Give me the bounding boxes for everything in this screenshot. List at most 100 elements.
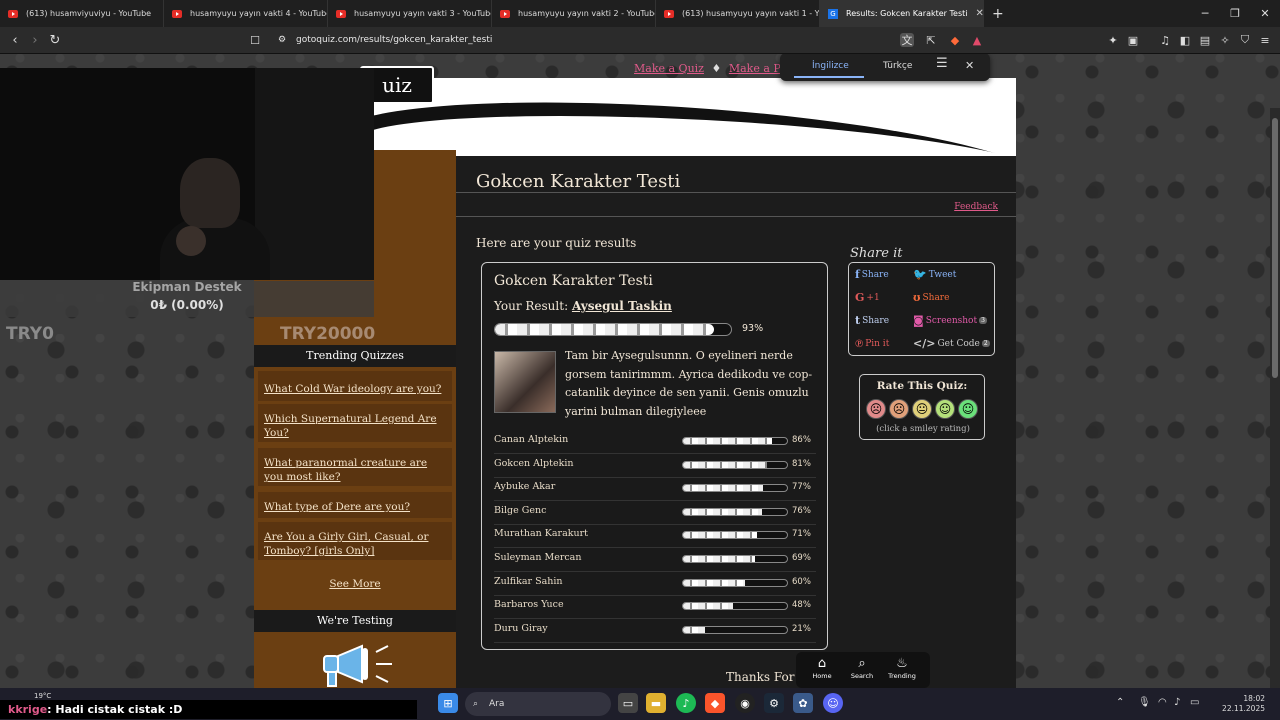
battery-icon[interactable]: ▭ <box>1190 697 1199 708</box>
trending-quiz-link[interactable]: Which Supernatural Legend Are You? <box>264 412 446 440</box>
megaphone-icon <box>323 644 392 687</box>
result-name-link[interactable]: Aysegul Taskin <box>572 299 672 313</box>
vpn-icon[interactable]: ⛉ <box>1238 33 1252 47</box>
app-icon[interactable]: ✿ <box>793 693 813 713</box>
task-view-icon[interactable]: ▭ <box>618 693 638 713</box>
start-icon[interactable]: ⊞ <box>438 693 458 713</box>
menu-icon[interactable]: ≡ <box>1258 33 1272 47</box>
chat-overlay: kkrige: Hadi cistak cistak :D <box>0 700 417 719</box>
stumbleupon-icon: ʊ <box>913 291 921 304</box>
extensions-icon[interactable]: ✦ <box>1106 33 1120 47</box>
obs-icon[interactable]: ◉ <box>735 693 755 713</box>
feedback-link[interactable]: Feedback <box>954 202 998 212</box>
spotify-icon[interactable]: ♪ <box>676 693 696 713</box>
taskbar-clock[interactable]: 18:02 22.11.2025 <box>1205 694 1265 714</box>
thanks-text: Thanks For V <box>726 670 807 684</box>
back-icon[interactable]: ‹ <box>4 27 26 54</box>
url-field[interactable]: ⚙ gotoquiz.com/results/gokcen_karakter_te… <box>272 31 992 50</box>
result-row-percentage: 81% <box>792 458 811 469</box>
fire-icon: ♨ <box>896 656 908 671</box>
wifi-icon[interactable]: ◠ <box>1158 697 1167 708</box>
browser-tab[interactable]: husamyuyu yayın vakti 2 - YouTube <box>492 0 656 27</box>
share-googleplus-button[interactable]: G +1 <box>855 291 880 304</box>
donation-current: TRY0 <box>6 324 54 344</box>
new-tab-icon[interactable]: + <box>992 6 1004 22</box>
sidebar-icon[interactable]: ◧ <box>1178 33 1192 47</box>
translate-close-icon[interactable]: ✕ <box>965 59 974 72</box>
trending-quiz-link[interactable]: What paranormal creature are you most li… <box>264 456 446 484</box>
bookmark-icon[interactable]: ☐ <box>244 27 266 54</box>
weather-widget[interactable]: 19°C <box>34 692 51 700</box>
steam-icon[interactable]: ⚙ <box>764 693 784 713</box>
browser-tab[interactable]: husamyuyu yayın vakti 3 - YouTube <box>328 0 492 27</box>
pinterest-icon: ℗ <box>855 337 864 350</box>
result-row-bar <box>682 602 788 611</box>
browser-tab[interactable]: husamyuyu yayın vakti 4 - YouTube <box>164 0 328 27</box>
trending-quiz-link[interactable]: What type of Dere are you? <box>264 500 446 514</box>
forward-icon[interactable]: › <box>24 27 46 54</box>
tray-chevron-icon[interactable]: ⌃ <box>1116 697 1124 708</box>
share-stumbleupon-button[interactable]: ʊ Share <box>913 291 949 304</box>
bottom-nav: ⌂ Home ⌕ Search ♨ Trending <box>796 652 930 688</box>
reader-icon[interactable]: ▣ <box>1126 33 1140 47</box>
reload-icon[interactable]: ↻ <box>44 27 66 54</box>
happy-smiley-icon[interactable]: ☺ <box>935 399 955 419</box>
result-row-bar <box>682 555 788 563</box>
translate-icon[interactable]: 文 <box>900 33 914 47</box>
media-icon[interactable]: ♫ <box>1158 33 1172 47</box>
youtube-icon <box>664 9 674 18</box>
neutral-smiley-icon[interactable]: 😐 <box>912 399 932 419</box>
twitter-icon: 🐦 <box>913 268 927 281</box>
result-row-bar <box>682 437 788 445</box>
result-row-percentage: 86% <box>792 435 811 445</box>
search-button[interactable]: ⌕ Search <box>842 656 882 680</box>
mic-icon[interactable]: 🎙 <box>1138 697 1151 708</box>
youtube-icon <box>172 9 182 18</box>
lang-english-tab[interactable]: İngilizce <box>812 61 849 71</box>
share-tumblr-button[interactable]: t Share <box>855 314 889 327</box>
page-title: Gokcen Karakter Testi <box>476 171 681 192</box>
sad-smiley-icon[interactable]: ☹ <box>889 399 909 419</box>
wallet-icon[interactable]: ▤ <box>1198 33 1212 47</box>
browser-tab[interactable]: (613) husamyuyu yayın vakti 1 - You <box>656 0 820 27</box>
minimize-icon[interactable]: ─ <box>1190 0 1220 27</box>
share-camera-button[interactable]: ◙ Screenshot 3 <box>913 314 987 327</box>
restore-icon[interactable]: ❐ <box>1220 0 1250 27</box>
share-facebook-button[interactable]: f Share <box>855 268 889 281</box>
see-more-link[interactable]: See More <box>254 578 456 590</box>
file-explorer-icon[interactable]: ▬ <box>646 693 666 713</box>
make-quiz-link[interactable]: Make a Quiz <box>634 62 704 75</box>
translate-menu-icon[interactable]: ☰ <box>936 56 948 71</box>
scrollbar[interactable] <box>1270 108 1280 688</box>
browser-tab-active[interactable]: G Results: Gokcen Karakter Testi ✕ <box>820 0 984 27</box>
trending-quiz-link[interactable]: Are You a Girly Girl, Casual, or Tomboy?… <box>264 530 446 558</box>
lang-turkish-tab[interactable]: Türkçe <box>883 61 912 71</box>
results-intro: Here are your quiz results <box>476 236 637 250</box>
volume-icon[interactable]: ♪ <box>1174 697 1180 708</box>
share-code-button[interactable]: </> Get Code 2 <box>913 337 990 350</box>
card-title: Gokcen Karakter Testi <box>494 273 653 289</box>
brave-rewards-icon[interactable]: ▲ <box>970 33 984 47</box>
webcam-overlay <box>0 68 374 280</box>
share-icon[interactable]: ⇱ <box>924 33 938 47</box>
scroll-thumb[interactable] <box>1272 118 1278 378</box>
youtube-icon <box>500 9 510 18</box>
close-tab-icon[interactable]: ✕ <box>975 8 983 19</box>
window-close-icon[interactable]: ✕ <box>1250 0 1280 27</box>
brave-shield-icon[interactable]: ◆ <box>948 33 962 47</box>
very-sad-smiley-icon[interactable]: ☹ <box>866 399 886 419</box>
result-row: Duru Giray 21% <box>494 619 816 643</box>
very-happy-smiley-icon[interactable]: ☺ <box>958 399 978 419</box>
site-info-icon[interactable]: ⚙ <box>278 31 286 50</box>
home-button[interactable]: ⌂ Home <box>802 656 842 680</box>
discord-icon[interactable]: ☺ <box>823 693 843 713</box>
your-result: Your Result: Aysegul Taskin <box>494 299 672 313</box>
share-pinterest-button[interactable]: ℗ Pin it <box>855 337 889 350</box>
leo-icon[interactable]: ✧ <box>1218 33 1232 47</box>
trending-button[interactable]: ♨ Trending <box>882 656 922 680</box>
browser-tab[interactable]: (613) husamviyuviyu - YouTube <box>0 0 164 27</box>
share-twitter-button[interactable]: 🐦 Tweet <box>913 268 956 281</box>
taskbar-search[interactable]: ⌕ Ara <box>465 692 611 716</box>
trending-quiz-link[interactable]: What Cold War ideology are you? <box>264 382 446 396</box>
brave-icon[interactable]: ◆ <box>705 693 725 713</box>
